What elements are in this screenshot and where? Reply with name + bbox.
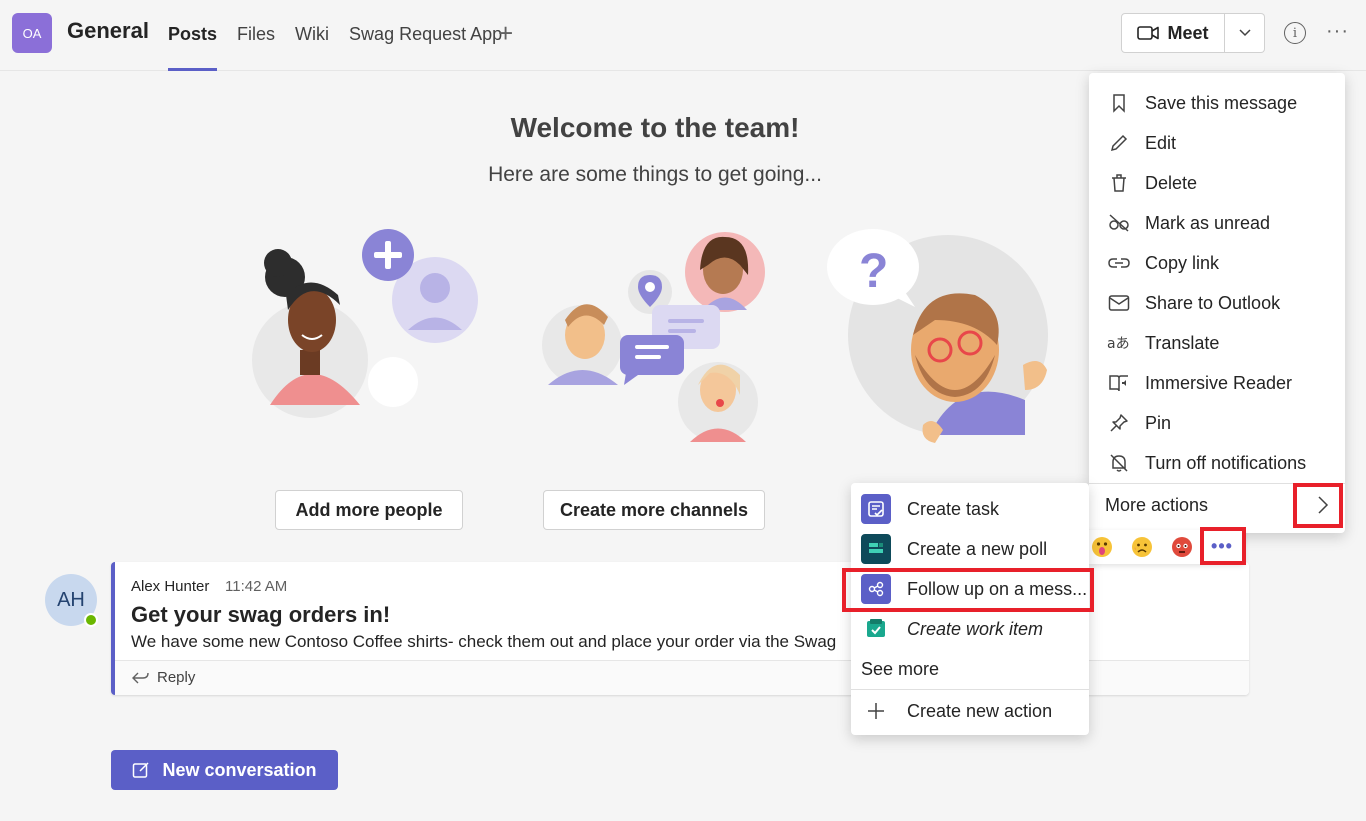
action-see-more[interactable]: See more xyxy=(851,649,1089,689)
message-timestamp: 11:42 AM xyxy=(225,578,288,595)
bookmark-icon xyxy=(1113,94,1125,113)
add-tab-icon[interactable]: + xyxy=(498,20,513,46)
add-people-illustration xyxy=(252,229,478,418)
action-create-task[interactable]: Create task xyxy=(851,489,1089,529)
polls-app-icon xyxy=(861,534,891,564)
submenu-divider xyxy=(851,689,1089,690)
message-author: Alex Hunter xyxy=(131,578,210,595)
pin-icon xyxy=(1110,414,1128,432)
chevron-down-icon xyxy=(1238,29,1251,37)
tasks-app-icon xyxy=(861,494,891,524)
work-item-app-icon xyxy=(861,614,891,644)
video-camera-icon xyxy=(1137,26,1160,40)
create-more-channels-button[interactable]: Create more channels xyxy=(543,490,765,530)
menu-item-share-outlook[interactable]: Share to Outlook xyxy=(1089,283,1345,323)
help-illustration: ? xyxy=(827,229,1048,443)
highlight-follow-up-action xyxy=(842,568,1094,612)
action-create-new-action[interactable]: Create new action xyxy=(851,691,1089,731)
menu-item-turn-off-notifications[interactable]: Turn off notifications xyxy=(1089,443,1345,483)
meet-options-button[interactable] xyxy=(1225,13,1265,53)
tab-posts[interactable]: Posts xyxy=(168,0,218,71)
reply-arrow-icon xyxy=(132,672,149,683)
menu-item-copy-link[interactable]: Copy link xyxy=(1089,243,1345,283)
meet-button[interactable]: Meet xyxy=(1121,13,1225,53)
menu-item-translate[interactable]: aあ Translate xyxy=(1089,323,1345,363)
action-create-work-item[interactable]: Create work item xyxy=(851,609,1089,649)
reply-label: Reply xyxy=(157,669,196,686)
info-icon[interactable]: i xyxy=(1284,22,1306,44)
compose-icon xyxy=(133,762,149,778)
menu-item-delete[interactable]: Delete xyxy=(1089,163,1345,203)
channel-tabs: Posts Files Wiki Swag Request App xyxy=(168,0,522,71)
team-avatar[interactable]: OA xyxy=(12,13,52,53)
message-subject: Get your swag orders in! xyxy=(131,602,391,627)
svg-text:?: ? xyxy=(859,245,888,298)
tab-files[interactable]: Files xyxy=(237,0,275,71)
presence-available-icon xyxy=(84,613,98,627)
more-options-icon[interactable]: ··· xyxy=(1326,20,1349,43)
trash-icon xyxy=(1112,174,1126,192)
menu-item-edit[interactable]: Edit xyxy=(1089,123,1345,163)
surprised-emoji-icon[interactable] xyxy=(1091,536,1113,558)
menu-item-immersive-reader[interactable]: Immersive Reader xyxy=(1089,363,1345,403)
tab-wiki[interactable]: Wiki xyxy=(295,0,329,71)
meet-button-group: Meet xyxy=(1121,13,1265,53)
create-channels-illustration xyxy=(542,232,765,442)
menu-item-pin[interactable]: Pin xyxy=(1089,403,1345,443)
highlight-more-actions-chevron xyxy=(1293,483,1343,528)
action-create-poll[interactable]: Create a new poll xyxy=(851,529,1089,569)
add-more-people-button[interactable]: Add more people xyxy=(275,490,463,530)
menu-item-save-message[interactable]: Save this message xyxy=(1089,83,1345,123)
channel-header: OA General Posts Files Wiki Swag Request… xyxy=(0,0,1366,71)
new-conversation-button[interactable]: New conversation xyxy=(111,750,338,790)
immersive-reader-icon xyxy=(1109,375,1128,392)
message-context-menu: Save this message Edit Delete Mark as un… xyxy=(1089,73,1345,533)
reply-button[interactable]: Reply xyxy=(131,669,195,686)
menu-item-mark-unread[interactable]: Mark as unread xyxy=(1089,203,1345,243)
bell-off-icon xyxy=(1110,454,1128,472)
new-conversation-label: New conversation xyxy=(162,759,317,780)
mail-icon xyxy=(1108,295,1130,311)
highlight-ellipsis-button xyxy=(1200,527,1246,565)
pencil-icon xyxy=(1110,134,1128,152)
plus-icon xyxy=(861,696,891,726)
svg-text:aあ: aあ xyxy=(1107,336,1130,352)
link-icon xyxy=(1108,258,1130,268)
eye-off-icon xyxy=(1109,214,1129,232)
translate-icon: aあ xyxy=(1107,336,1130,352)
angry-emoji-icon[interactable] xyxy=(1171,536,1193,558)
meet-label: Meet xyxy=(1167,22,1209,43)
message-body: We have some new Contoso Coffee shirts- … xyxy=(131,632,837,651)
tab-swag-request-app[interactable]: Swag Request App xyxy=(349,0,502,71)
channel-title: General xyxy=(67,18,149,43)
sad-emoji-icon[interactable] xyxy=(1131,536,1153,558)
